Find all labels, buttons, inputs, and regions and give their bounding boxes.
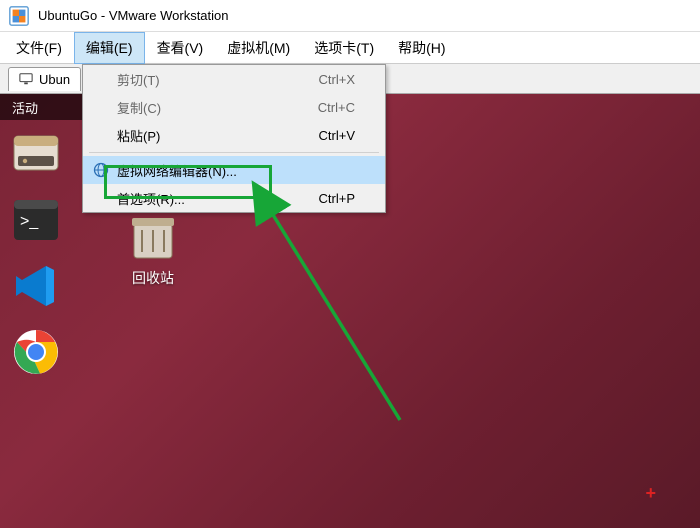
menu-paste-shortcut: Ctrl+V <box>319 128 355 143</box>
menu-paste[interactable]: 粘贴(P) Ctrl+V <box>83 121 385 149</box>
window-title: UbuntuGo - VMware Workstation <box>38 8 229 23</box>
files-icon[interactable] <box>10 128 62 180</box>
window-titlebar: UbuntuGo - VMware Workstation <box>0 0 700 32</box>
menu-separator <box>89 152 379 153</box>
annotation-plus-icon: + <box>645 483 656 504</box>
menu-help[interactable]: 帮助(H) <box>386 32 457 64</box>
menu-view[interactable]: 查看(V) <box>145 32 216 64</box>
trash-label: 回收站 <box>132 268 174 288</box>
ubuntu-dock: >_ <box>6 128 66 378</box>
svg-text:>_: >_ <box>20 213 39 230</box>
menu-cut-label: 剪切(T) <box>117 70 160 89</box>
vmware-logo-icon <box>8 5 30 27</box>
menu-copy[interactable]: 复制(C) Ctrl+C <box>83 93 385 121</box>
menu-prefs-label: 首选项(R)... <box>117 189 185 208</box>
tab-label: Ubun <box>39 72 70 87</box>
menu-prefs-shortcut: Ctrl+P <box>319 191 355 206</box>
vscode-icon[interactable] <box>10 260 62 312</box>
menu-copy-label: 复制(C) <box>117 98 161 117</box>
tab-ubuntugo[interactable]: Ubun <box>8 67 81 91</box>
menu-file[interactable]: 文件(F) <box>4 32 74 64</box>
menu-preferences[interactable]: 首选项(R)... Ctrl+P <box>83 184 385 212</box>
menu-edit[interactable]: 编辑(E) <box>74 32 145 64</box>
trash-icon <box>124 212 182 262</box>
menu-bar: 文件(F) 编辑(E) 查看(V) 虚拟机(M) 选项卡(T) 帮助(H) <box>0 32 700 64</box>
monitor-icon <box>19 72 33 86</box>
menu-copy-shortcut: Ctrl+C <box>318 100 355 115</box>
menu-tabs[interactable]: 选项卡(T) <box>302 32 386 64</box>
menu-virtual-network-editor[interactable]: 虚拟网络编辑器(N)... <box>83 156 385 184</box>
globe-icon <box>93 162 109 178</box>
edit-dropdown: 剪切(T) Ctrl+X 复制(C) Ctrl+C 粘贴(P) Ctrl+V 虚… <box>82 64 386 213</box>
menu-vnet-label: 虚拟网络编辑器(N)... <box>117 161 237 180</box>
menu-cut-shortcut: Ctrl+X <box>319 72 355 87</box>
menu-vm[interactable]: 虚拟机(M) <box>215 32 302 64</box>
menu-paste-label: 粘贴(P) <box>117 126 160 145</box>
terminal-icon[interactable]: >_ <box>10 194 62 246</box>
desktop-trash[interactable]: 回收站 <box>124 212 182 288</box>
ubuntu-activities[interactable]: 活动 <box>12 98 38 117</box>
menu-cut[interactable]: 剪切(T) Ctrl+X <box>83 65 385 93</box>
chrome-icon[interactable] <box>10 326 62 378</box>
